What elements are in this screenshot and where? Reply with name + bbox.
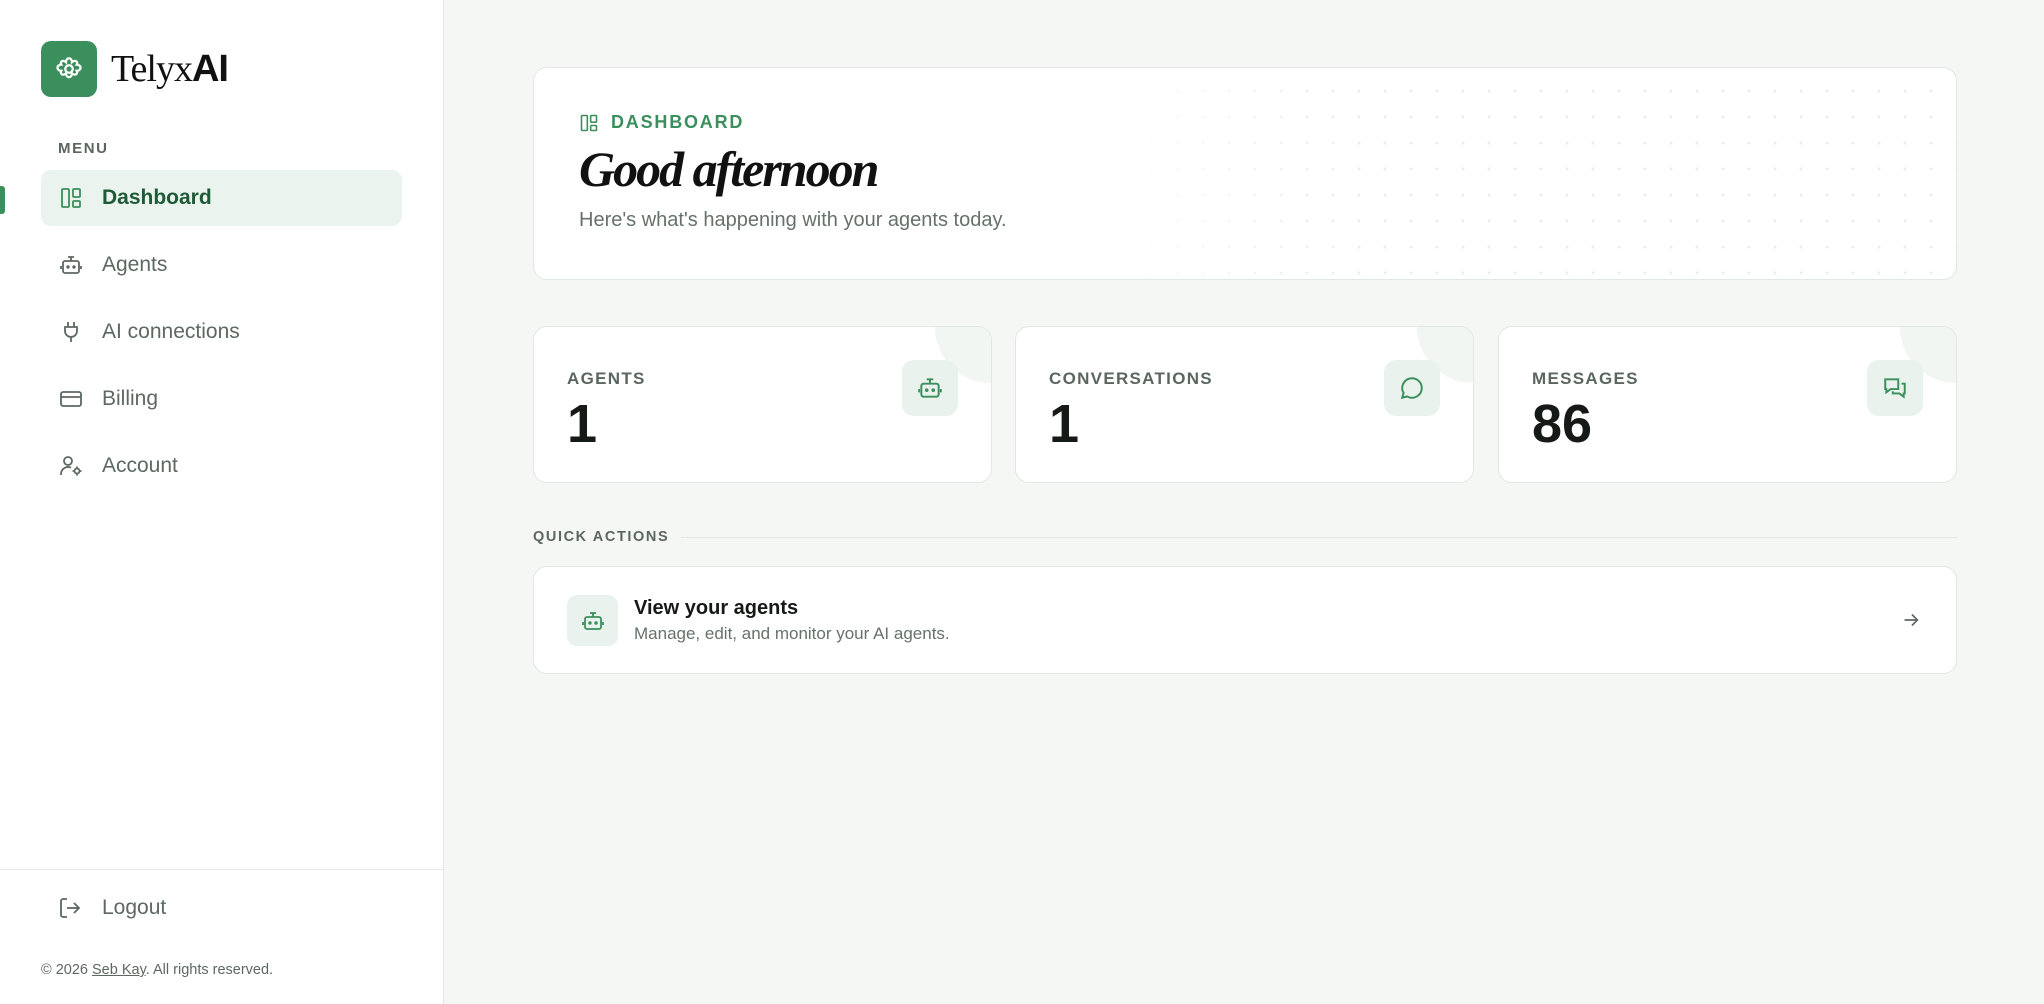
arrow-right-icon [1900, 609, 1922, 631]
dashboard-icon [58, 185, 84, 211]
sidebar-item-account[interactable]: Account [41, 438, 402, 494]
dashboard-icon [579, 113, 599, 133]
logout-label: Logout [102, 896, 167, 919]
active-nav-marker [0, 186, 5, 214]
sidebar-item-label: Dashboard [102, 186, 212, 209]
sidebar-item-agents[interactable]: Agents [41, 237, 402, 293]
welcome-eyebrow-label: DASHBOARD [611, 112, 745, 132]
sidebar-item-dashboard[interactable]: Dashboard [41, 170, 402, 226]
stat-card-messages: MESSAGES 86 [1498, 326, 1957, 483]
copyright: © 2026 Seb Kay. All rights reserved. [41, 962, 274, 978]
logout-icon [58, 895, 84, 921]
copyright-author-link[interactable]: Seb Kay [92, 962, 146, 978]
sidebar-item-label: Billing [102, 387, 159, 410]
action-subtitle: Manage, edit, and monitor your AI agents… [634, 624, 950, 643]
stat-label: MESSAGES [1532, 369, 1639, 388]
chat-bubble-icon [1384, 360, 1440, 416]
menu-label: MENU [58, 140, 109, 157]
greeting-subtitle: Here's what's happening with your agents… [579, 209, 1007, 231]
brand[interactable]: TelyxAI [41, 41, 229, 97]
brand-name: TelyxAI [111, 48, 229, 90]
stat-value: 86 [1532, 394, 1593, 454]
sidebar-item-label: AI connections [102, 320, 240, 343]
sidebar: TelyxAI MENU Dashboard Agents AI connect… [0, 0, 444, 1004]
quick-actions-header: QUICK ACTIONS [533, 529, 1957, 545]
quick-actions-divider [681, 536, 1957, 538]
robot-icon [567, 595, 618, 646]
plug-icon [58, 319, 84, 345]
sidebar-item-ai-connections[interactable]: AI connections [41, 304, 402, 360]
stat-label: CONVERSATIONS [1049, 369, 1213, 388]
stat-card-conversations: CONVERSATIONS 1 [1015, 326, 1474, 483]
logout-button[interactable]: Logout [58, 895, 166, 921]
user-gear-icon [58, 453, 84, 479]
sidebar-item-billing[interactable]: Billing [41, 371, 402, 427]
robot-icon [902, 360, 958, 416]
welcome-card: DASHBOARD Good afternoon Here's what's h… [533, 67, 1957, 280]
quick-actions-label: QUICK ACTIONS [533, 529, 670, 545]
gear-flower-icon [41, 41, 97, 97]
welcome-eyebrow: DASHBOARD [579, 112, 744, 133]
sidebar-item-label: Account [102, 454, 178, 477]
view-agents-action[interactable]: View your agents Manage, edit, and monit… [533, 566, 1957, 674]
stat-card-agents: AGENTS 1 [533, 326, 992, 483]
sidebar-divider [0, 869, 444, 870]
stat-value: 1 [1049, 394, 1080, 454]
robot-icon [58, 252, 84, 278]
stat-value: 1 [567, 394, 598, 454]
greeting-title: Good afternoon [579, 141, 879, 197]
stat-label: AGENTS [567, 369, 646, 388]
credit-card-icon [58, 386, 84, 412]
sidebar-item-label: Agents [102, 253, 168, 276]
sidebar-nav: Dashboard Agents AI connections Billing … [41, 170, 402, 505]
action-title: View your agents [634, 597, 799, 619]
chat-bubbles-icon [1867, 360, 1923, 416]
